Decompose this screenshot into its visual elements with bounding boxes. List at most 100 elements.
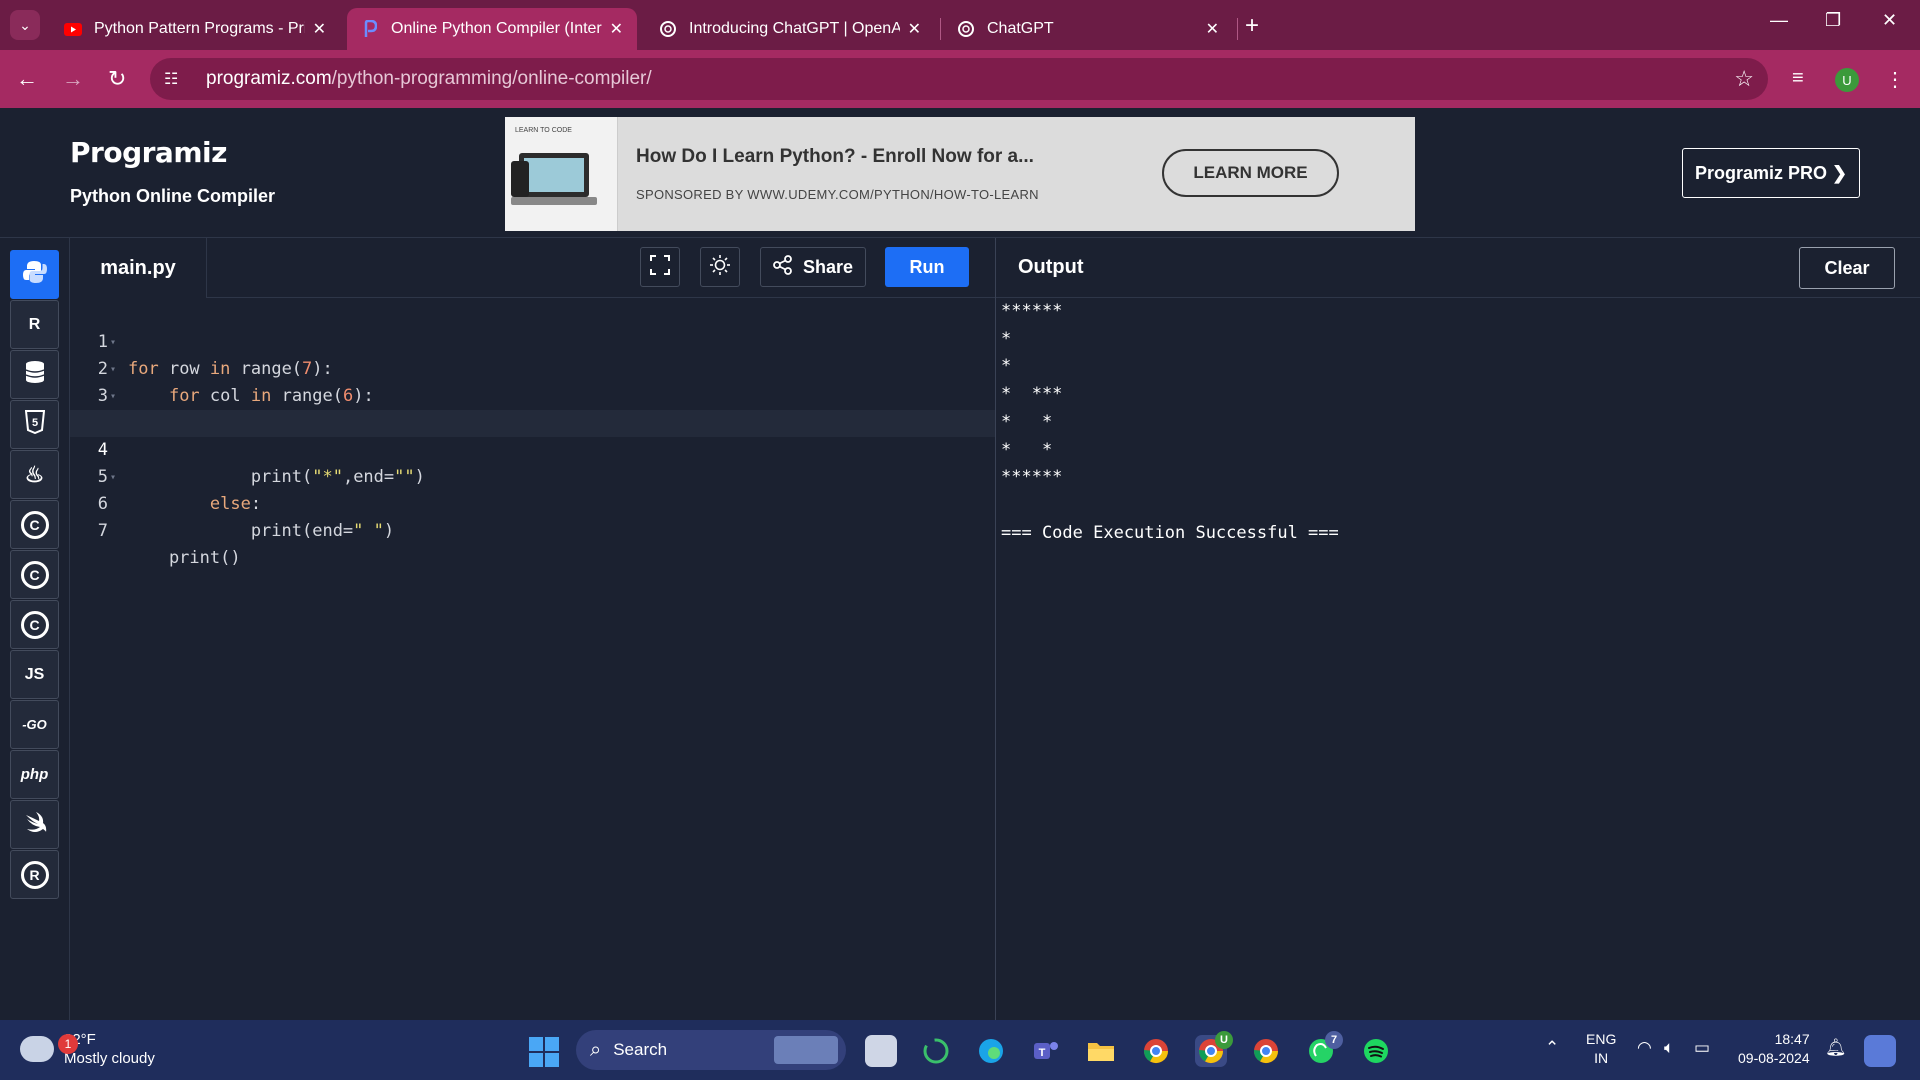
code-editor[interactable]: 1 ▾ for row in range(7): 2 ▾ for col in ra… — [70, 298, 995, 1020]
wifi-icon[interactable]: ◠ — [1637, 1038, 1652, 1058]
fullscreen-icon — [650, 254, 670, 280]
database-icon — [25, 360, 45, 389]
browser-toolbar: ← → ↻ ☷ programiz.com/python-programming… — [0, 50, 1920, 108]
browser-tab-youtube[interactable]: Python Pattern Programs - Print ✕ — [50, 8, 340, 50]
browser-tab-openai[interactable]: Introducing ChatGPT | OpenAI ✕ — [645, 8, 935, 50]
spotify-icon[interactable] — [1360, 1035, 1392, 1067]
search-label: Search — [613, 1040, 668, 1059]
code-line[interactable]: 5 ▾ else: — [70, 437, 995, 514]
browser-tab-programiz[interactable]: Online Python Compiler (Interp ✕ — [347, 8, 637, 50]
search-icon: ⌕ — [590, 1038, 602, 1061]
language-html[interactable]: 5 — [10, 400, 59, 449]
language-r[interactable]: R — [10, 300, 59, 349]
language-python[interactable] — [10, 250, 59, 299]
code-line-active[interactable]: 4 print("*",end="") — [70, 410, 995, 487]
programiz-logo[interactable]: Programiz — [70, 136, 227, 169]
tab-search-button[interactable]: ⌄ — [10, 10, 40, 40]
svg-text:5: 5 — [31, 417, 37, 429]
code-line[interactable]: 7 print() — [70, 491, 995, 568]
edge-icon[interactable] — [975, 1035, 1007, 1067]
weather-widget[interactable]: 1 82°F Mostly cloudy — [20, 1030, 155, 1068]
clear-button[interactable]: Clear — [1799, 247, 1895, 289]
minimize-icon[interactable]: — — [1770, 10, 1788, 31]
language-javascript[interactable]: JS — [10, 650, 59, 699]
close-tab-icon[interactable]: ✕ — [908, 19, 921, 39]
programiz-icon — [361, 20, 379, 38]
fullscreen-button[interactable] — [640, 247, 680, 287]
menu-kebab-icon[interactable]: ⋮ — [1885, 67, 1905, 92]
weather-desc: Mostly cloudy — [64, 1050, 155, 1067]
teams-icon[interactable]: T — [1030, 1035, 1062, 1067]
copilot-icon[interactable] — [920, 1035, 952, 1067]
language-java[interactable]: ♨ — [10, 450, 59, 499]
windows-taskbar: 1 82°F Mostly cloudy ⌕ Search T U 7 ⌃ EN… — [0, 1020, 1920, 1080]
chrome-profile-icon[interactable]: U — [1195, 1031, 1233, 1067]
chrome-icon[interactable] — [1140, 1035, 1172, 1067]
bookmark-star-icon[interactable]: ☆ — [1734, 66, 1754, 92]
browser-tab-chatgpt[interactable]: ChatGPT ✕ — [943, 8, 1233, 50]
code-line-wrap[interactable]: (row==3 or row==4 or row==5)) or (row==3… — [70, 383, 995, 433]
close-tab-icon[interactable]: ✕ — [313, 19, 326, 39]
reload-icon[interactable]: ↻ — [108, 66, 126, 92]
taskbar-search[interactable]: ⌕ Search — [576, 1030, 846, 1070]
media-controls-icon[interactable]: ≡ — [1792, 67, 1804, 90]
copilot-pre-icon[interactable] — [1864, 1035, 1896, 1067]
ad-title[interactable]: How Do I Learn Python? - Enroll Now for … — [636, 146, 1034, 168]
back-icon[interactable]: ← — [16, 66, 38, 92]
show-hidden-icons-chevron-icon[interactable]: ⌃ — [1545, 1038, 1559, 1058]
language-cpp[interactable]: C — [10, 600, 59, 649]
file-explorer-icon[interactable] — [1085, 1035, 1117, 1067]
tab-title: ChatGPT — [987, 20, 1054, 37]
task-view-icon[interactable] — [865, 1035, 897, 1067]
clock[interactable]: 18:47 09-08-2024 — [1738, 1030, 1810, 1068]
c-icon: C — [20, 510, 49, 539]
close-tab-icon[interactable]: ✕ — [610, 19, 623, 39]
language-php[interactable]: php — [10, 750, 59, 799]
search-highlight-image — [774, 1036, 838, 1064]
unread-badge: 7 — [1325, 1031, 1343, 1049]
code-line[interactable]: 3▾ if (row==0 or row==6) or (col==0 and … — [70, 356, 995, 433]
chevron-down-icon: ⌄ — [19, 16, 31, 33]
youtube-icon — [64, 20, 82, 38]
csharp-icon: C — [20, 560, 49, 589]
restore-icon[interactable]: ❐ — [1825, 10, 1841, 31]
code-line[interactable]: 1 ▾ for row in range(7): — [70, 302, 995, 379]
run-button[interactable]: Run — [885, 247, 969, 287]
whatsapp-icon[interactable]: 7 — [1305, 1031, 1343, 1067]
profile-badge: U — [1215, 1031, 1233, 1049]
language-c[interactable]: C — [10, 500, 59, 549]
windows-start-icon[interactable] — [529, 1037, 559, 1067]
language-rust[interactable]: R — [10, 850, 59, 899]
forward-icon[interactable]: → — [62, 66, 84, 92]
language-sql[interactable] — [10, 350, 59, 399]
output-title: Output — [1018, 256, 1084, 278]
theme-toggle-button[interactable] — [700, 247, 740, 287]
language-indicator[interactable]: ENG IN — [1586, 1030, 1616, 1068]
language-swift[interactable] — [10, 800, 59, 849]
output-console[interactable]: ****** * * * *** * * * * ****** === Code… — [1001, 298, 1339, 547]
share-button[interactable]: Share — [760, 247, 866, 287]
site-settings-icon[interactable]: ☷ — [164, 69, 184, 89]
ad-image-label: LEARN TO CODE — [515, 127, 572, 134]
new-tab-button[interactable]: + — [1245, 12, 1259, 40]
swift-icon — [23, 811, 47, 838]
profile-avatar[interactable]: U — [1835, 68, 1859, 92]
volume-icon[interactable]: 🔈︎ — [1664, 1038, 1674, 1058]
notification-bell-icon[interactable]: 🔔︎ — [1825, 1038, 1847, 1058]
file-tab-main-py[interactable]: main.py — [70, 238, 207, 298]
programiz-pro-button[interactable]: Programiz PRO ❯ — [1682, 148, 1860, 198]
tab-title: Python Pattern Programs - Print — [94, 20, 305, 37]
code-line[interactable]: 2 ▾ for col in range(6): — [70, 329, 995, 406]
battery-icon[interactable]: ▭ — [1694, 1038, 1710, 1058]
address-bar[interactable]: ☷ programiz.com/python-programming/onlin… — [150, 58, 1768, 100]
language-csharp[interactable]: C — [10, 550, 59, 599]
chrome-profile-2-icon[interactable] — [1250, 1035, 1282, 1067]
advertisement-banner[interactable]: LEARN TO CODE How Do I Learn Python? - E… — [505, 117, 1415, 231]
java-icon: ♨ — [24, 461, 45, 487]
learn-more-button[interactable]: LEARN MORE — [1162, 149, 1339, 197]
close-tab-icon[interactable]: ✕ — [1206, 19, 1219, 39]
language-go[interactable]: -GO — [10, 700, 59, 749]
url-host: programiz.com — [206, 68, 332, 89]
close-window-icon[interactable]: ✕ — [1882, 10, 1897, 31]
code-line[interactable]: 6 print(end=" ") — [70, 464, 995, 541]
